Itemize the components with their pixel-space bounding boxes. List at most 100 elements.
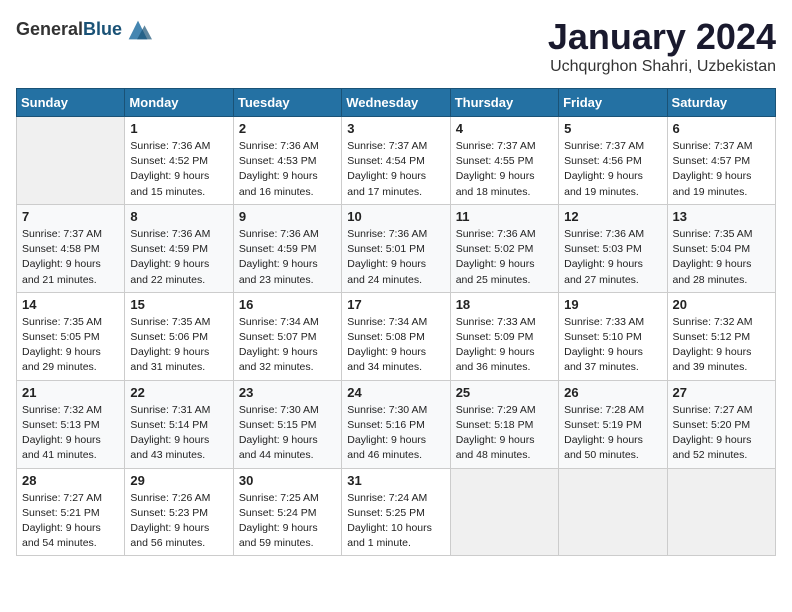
calendar-cell: 31 Sunrise: 7:24 AMSunset: 5:25 PMDayligh…	[342, 468, 450, 556]
calendar-cell: 19Sunrise: 7:33 AMSunset: 5:10 PMDayligh…	[559, 292, 667, 380]
calendar-cell: 16 Sunrise: 7:34 AMSunset: 5:07 PMDayligh…	[233, 292, 341, 380]
calendar-cell: 20Sunrise: 7:32 AMSunset: 5:12 PMDayligh…	[667, 292, 775, 380]
calendar-cell: 17 Sunrise: 7:34 AMSunset: 5:08 PMDayligh…	[342, 292, 450, 380]
day-number: 24	[347, 385, 444, 400]
logo-general-text: General	[16, 19, 83, 39]
day-info: Sunrise: 7:25 AMSunset: 5:24 PMDaylight:…	[239, 491, 336, 552]
day-number: 25	[456, 385, 553, 400]
calendar-week-row: 28 Sunrise: 7:27 AMSunset: 5:21 PMDayligh…	[17, 468, 776, 556]
day-number: 19	[564, 297, 661, 312]
day-number: 9	[239, 209, 336, 224]
day-number: 27	[673, 385, 770, 400]
calendar-cell	[559, 468, 667, 556]
day-info: Sunrise: 7:36 AMSunset: 5:01 PMDaylight:…	[347, 227, 444, 288]
day-info: Sunrise: 7:24 AMSunset: 5:25 PMDaylight:…	[347, 491, 444, 552]
calendar-cell: 9 Sunrise: 7:36 AMSunset: 4:59 PMDaylight…	[233, 204, 341, 292]
calendar-cell: 4 Sunrise: 7:37 AMSunset: 4:55 PMDaylight…	[450, 117, 558, 205]
calendar-cell: 2 Sunrise: 7:36 AMSunset: 4:53 PMDaylight…	[233, 117, 341, 205]
day-number: 11	[456, 209, 553, 224]
day-number: 2	[239, 121, 336, 136]
calendar-cell: 13 Sunrise: 7:35 AMSunset: 5:04 PMDayligh…	[667, 204, 775, 292]
weekday-header-thursday: Thursday	[450, 89, 558, 117]
weekday-header-sunday: Sunday	[17, 89, 125, 117]
day-info: Sunrise: 7:36 AMSunset: 4:53 PMDaylight:…	[239, 139, 336, 200]
calendar-title: January 2024	[548, 16, 776, 58]
day-info: Sunrise: 7:35 AMSunset: 5:06 PMDaylight:…	[130, 315, 227, 376]
page-header: GeneralBlue January 2024 Uchqurghon Shah…	[16, 16, 776, 76]
day-info: Sunrise: 7:37 AMSunset: 4:55 PMDaylight:…	[456, 139, 553, 200]
day-number: 18	[456, 297, 553, 312]
day-info: Sunrise: 7:27 AMSunset: 5:21 PMDaylight:…	[22, 491, 119, 552]
day-info: Sunrise: 7:36 AMSunset: 4:52 PMDaylight:…	[130, 139, 227, 200]
day-number: 14	[22, 297, 119, 312]
day-info: Sunrise: 7:29 AMSunset: 5:18 PMDaylight:…	[456, 403, 553, 464]
logo-icon	[124, 16, 152, 44]
day-number: 6	[673, 121, 770, 136]
calendar-cell: 21Sunrise: 7:32 AMSunset: 5:13 PMDayligh…	[17, 380, 125, 468]
day-number: 31	[347, 473, 444, 488]
calendar-week-row: 14 Sunrise: 7:35 AMSunset: 5:05 PMDayligh…	[17, 292, 776, 380]
calendar-cell: 12Sunrise: 7:36 AMSunset: 5:03 PMDayligh…	[559, 204, 667, 292]
calendar-cell: 1 Sunrise: 7:36 AMSunset: 4:52 PMDaylight…	[125, 117, 233, 205]
calendar-cell: 15 Sunrise: 7:35 AMSunset: 5:06 PMDayligh…	[125, 292, 233, 380]
calendar-cell: 27 Sunrise: 7:27 AMSunset: 5:20 PMDayligh…	[667, 380, 775, 468]
calendar-cell: 3 Sunrise: 7:37 AMSunset: 4:54 PMDaylight…	[342, 117, 450, 205]
day-number: 29	[130, 473, 227, 488]
day-number: 23	[239, 385, 336, 400]
calendar-cell: 25 Sunrise: 7:29 AMSunset: 5:18 PMDayligh…	[450, 380, 558, 468]
day-info: Sunrise: 7:35 AMSunset: 5:04 PMDaylight:…	[673, 227, 770, 288]
calendar-cell: 8 Sunrise: 7:36 AMSunset: 4:59 PMDaylight…	[125, 204, 233, 292]
day-info: Sunrise: 7:27 AMSunset: 5:20 PMDaylight:…	[673, 403, 770, 464]
day-info: Sunrise: 7:37 AMSunset: 4:57 PMDaylight:…	[673, 139, 770, 200]
day-number: 8	[130, 209, 227, 224]
calendar-cell: 7Sunrise: 7:37 AMSunset: 4:58 PMDaylight…	[17, 204, 125, 292]
calendar-cell: 5Sunrise: 7:37 AMSunset: 4:56 PMDaylight…	[559, 117, 667, 205]
weekday-header-friday: Friday	[559, 89, 667, 117]
day-number: 3	[347, 121, 444, 136]
day-info: Sunrise: 7:37 AMSunset: 4:54 PMDaylight:…	[347, 139, 444, 200]
day-number: 10	[347, 209, 444, 224]
calendar-cell: 23 Sunrise: 7:30 AMSunset: 5:15 PMDayligh…	[233, 380, 341, 468]
day-info: Sunrise: 7:30 AMSunset: 5:15 PMDaylight:…	[239, 403, 336, 464]
calendar-cell: 26Sunrise: 7:28 AMSunset: 5:19 PMDayligh…	[559, 380, 667, 468]
day-info: Sunrise: 7:34 AMSunset: 5:08 PMDaylight:…	[347, 315, 444, 376]
day-info: Sunrise: 7:35 AMSunset: 5:05 PMDaylight:…	[22, 315, 119, 376]
day-info: Sunrise: 7:36 AMSunset: 5:02 PMDaylight:…	[456, 227, 553, 288]
logo-blue-text: Blue	[83, 19, 122, 39]
calendar-cell: 18Sunrise: 7:33 AMSunset: 5:09 PMDayligh…	[450, 292, 558, 380]
day-number: 30	[239, 473, 336, 488]
calendar-cell: 28 Sunrise: 7:27 AMSunset: 5:21 PMDayligh…	[17, 468, 125, 556]
day-number: 26	[564, 385, 661, 400]
logo: GeneralBlue	[16, 16, 152, 44]
calendar-cell	[667, 468, 775, 556]
day-number: 16	[239, 297, 336, 312]
day-number: 15	[130, 297, 227, 312]
weekday-header-saturday: Saturday	[667, 89, 775, 117]
weekday-header-wednesday: Wednesday	[342, 89, 450, 117]
day-number: 28	[22, 473, 119, 488]
calendar-subtitle: Uchqurghon Shahri, Uzbekistan	[548, 58, 776, 76]
day-info: Sunrise: 7:32 AMSunset: 5:13 PMDaylight:…	[22, 403, 119, 464]
day-number: 1	[130, 121, 227, 136]
day-info: Sunrise: 7:34 AMSunset: 5:07 PMDaylight:…	[239, 315, 336, 376]
day-number: 7	[22, 209, 119, 224]
calendar-cell: 30 Sunrise: 7:25 AMSunset: 5:24 PMDayligh…	[233, 468, 341, 556]
calendar-table: SundayMondayTuesdayWednesdayThursdayFrid…	[16, 88, 776, 556]
calendar-cell: 14 Sunrise: 7:35 AMSunset: 5:05 PMDayligh…	[17, 292, 125, 380]
calendar-cell: 24 Sunrise: 7:30 AMSunset: 5:16 PMDayligh…	[342, 380, 450, 468]
day-number: 17	[347, 297, 444, 312]
day-info: Sunrise: 7:36 AMSunset: 4:59 PMDaylight:…	[239, 227, 336, 288]
day-number: 13	[673, 209, 770, 224]
day-info: Sunrise: 7:36 AMSunset: 5:03 PMDaylight:…	[564, 227, 661, 288]
day-info: Sunrise: 7:30 AMSunset: 5:16 PMDaylight:…	[347, 403, 444, 464]
day-number: 4	[456, 121, 553, 136]
weekday-header-monday: Monday	[125, 89, 233, 117]
calendar-cell: 6 Sunrise: 7:37 AMSunset: 4:57 PMDaylight…	[667, 117, 775, 205]
calendar-cell: 11 Sunrise: 7:36 AMSunset: 5:02 PMDayligh…	[450, 204, 558, 292]
day-info: Sunrise: 7:37 AMSunset: 4:56 PMDaylight:…	[564, 139, 661, 200]
day-info: Sunrise: 7:36 AMSunset: 4:59 PMDaylight:…	[130, 227, 227, 288]
calendar-header: SundayMondayTuesdayWednesdayThursdayFrid…	[17, 89, 776, 117]
day-number: 22	[130, 385, 227, 400]
title-block: January 2024 Uchqurghon Shahri, Uzbekist…	[548, 16, 776, 76]
day-info: Sunrise: 7:32 AMSunset: 5:12 PMDaylight:…	[673, 315, 770, 376]
